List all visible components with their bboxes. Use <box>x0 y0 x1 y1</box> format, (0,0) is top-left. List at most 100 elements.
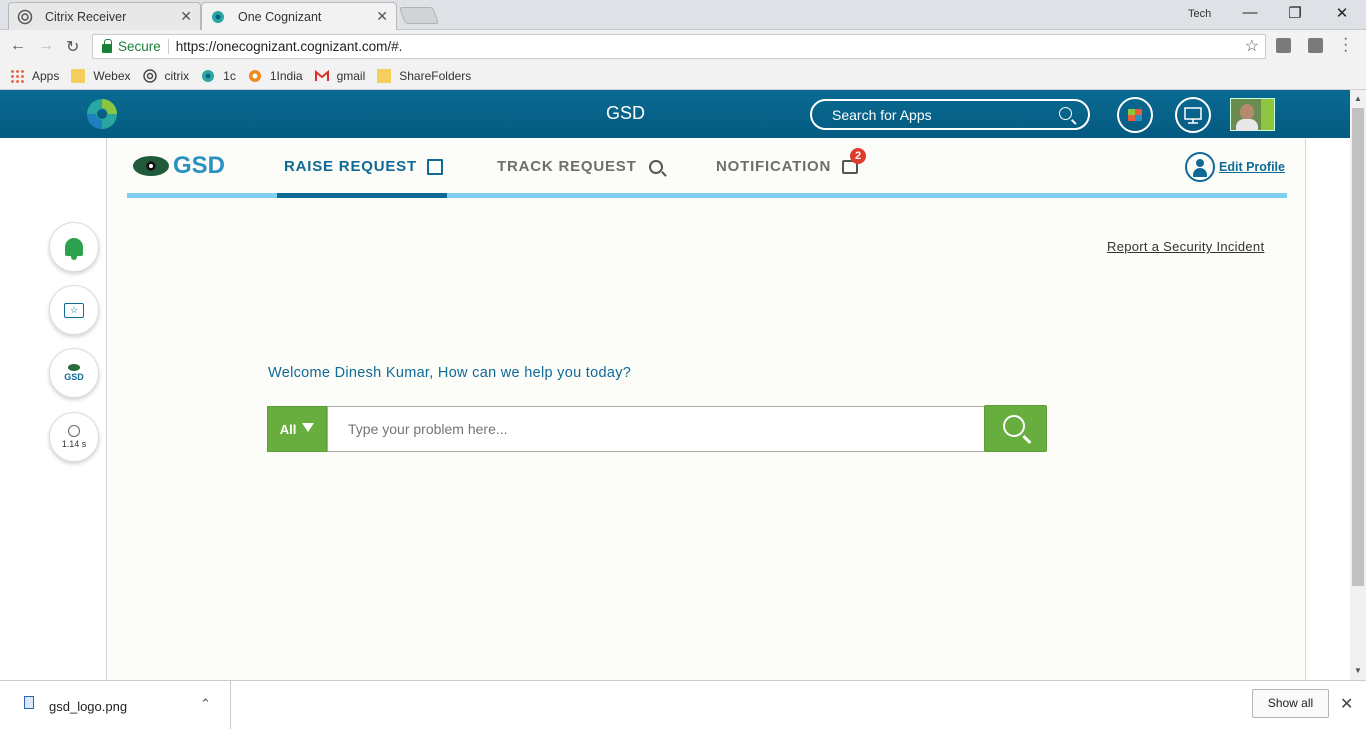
search-icon[interactable] <box>1059 107 1072 120</box>
gsd-rail-label: GSD <box>64 372 84 382</box>
edit-profile-link[interactable]: Edit Profile <box>1185 152 1285 182</box>
left-rail: ☆ GSD 1.14 s <box>0 138 107 680</box>
address-bar[interactable]: Secure https://onecognizant.cognizant.co… <box>92 34 1266 59</box>
browser-menu-icon[interactable]: · · · <box>1343 31 1348 59</box>
edit-profile-label: Edit Profile <box>1219 160 1285 174</box>
tab-label: RAISE REQUEST <box>284 158 417 175</box>
bookmark-apps[interactable]: Apps <box>10 69 59 83</box>
close-tab-icon[interactable]: ✕ <box>180 8 192 25</box>
gsd-main-panel: GSD RAISE REQUEST TRACK REQUEST NOTIFICA… <box>107 138 1305 680</box>
app-search-field[interactable]: Search for Apps <box>810 99 1090 130</box>
show-all-button[interactable]: Show all <box>1252 689 1329 718</box>
chat-star-icon: ☆ <box>64 302 84 318</box>
forward-arrow-icon[interactable]: → <box>38 37 54 55</box>
avatar[interactable] <box>1230 98 1275 131</box>
dropdown-arrow-icon <box>302 423 315 432</box>
chevron-up-icon[interactable]: ⌃ <box>200 696 211 712</box>
notification-bell-button[interactable] <box>49 222 99 272</box>
lock-icon <box>102 39 112 53</box>
tab-label: NOTIFICATION <box>716 158 832 175</box>
page-title: GSD <box>606 103 646 123</box>
close-tab-icon[interactable]: ✕ <box>376 8 388 25</box>
category-dropdown[interactable]: All <box>267 406 327 452</box>
tab-citrix-receiver[interactable]: Citrix Receiver ✕ <box>8 2 201 30</box>
tab-raise-request[interactable]: RAISE REQUEST <box>284 158 443 175</box>
folder-icon <box>71 69 86 83</box>
bookmark-citrix[interactable]: citrix <box>142 69 190 83</box>
bookmarks-bar: Apps Webex citrix 1c 1India gmail ShareF… <box>0 63 1366 90</box>
tab-notification[interactable]: NOTIFICATION <box>716 158 859 175</box>
bookmark-sharefolders[interactable]: ShareFolders <box>377 69 471 83</box>
tab-title: One Cognizant <box>238 10 322 24</box>
gsd-rail-button[interactable]: GSD <box>49 348 99 398</box>
scroll-up-icon[interactable]: ▲ <box>1354 94 1362 103</box>
onecognizant-icon <box>201 69 215 83</box>
user-profile-icon <box>1185 152 1215 182</box>
report-security-incident-link[interactable]: Report a Security Incident <box>1107 239 1264 254</box>
window-user-label: Tech <box>1188 8 1212 20</box>
load-time-label: 1.14 s <box>61 439 87 449</box>
browser-toolbar: ← → ↻ Secure https://onecognizant.cogniz… <box>0 30 1366 63</box>
notification-count-badge: 2 <box>850 148 866 164</box>
extension-icon[interactable] <box>1308 38 1323 53</box>
reload-icon[interactable]: ↻ <box>66 37 79 57</box>
download-file-name: gsd_logo.png <box>49 699 128 714</box>
gsd-brand-text: GSD <box>173 152 226 179</box>
bookmark-1c[interactable]: 1c <box>201 69 236 83</box>
tab-one-cognizant[interactable]: One Cognizant ✕ <box>201 2 397 31</box>
close-window-icon[interactable]: ✕ <box>1332 4 1352 22</box>
apps-cube-icon[interactable] <box>1117 97 1153 133</box>
url-text[interactable]: https://onecognizant.cognizant.com/#. <box>176 39 403 54</box>
extension-icon[interactable] <box>1276 38 1291 53</box>
bookmark-label: ShareFolders <box>399 69 472 83</box>
tab-track-request[interactable]: TRACK REQUEST <box>497 158 663 175</box>
folder-icon <box>377 69 392 83</box>
scrollbar-thumb[interactable] <box>1352 108 1364 586</box>
apps-grid-icon <box>10 69 24 83</box>
eye-icon <box>68 364 80 371</box>
page-scrollbar[interactable]: ▲ ▼ <box>1350 90 1366 680</box>
close-icon[interactable]: ✕ <box>1340 694 1353 714</box>
search-button[interactable] <box>984 405 1047 452</box>
onecognizant-logo[interactable] <box>84 96 120 132</box>
bookmark-label: Apps <box>32 69 60 83</box>
download-item[interactable]: gsd_logo.png ⌃ <box>0 681 231 729</box>
restore-icon[interactable]: ❐ <box>1285 4 1305 22</box>
load-timer-button[interactable]: 1.14 s <box>49 412 99 462</box>
browser-tabstrip: Citrix Receiver ✕ One Cognizant ✕ Tech —… <box>0 0 1366 31</box>
bookmark-label: citrix <box>164 69 190 83</box>
search-icon <box>648 159 663 174</box>
app-search-placeholder: Search for Apps <box>832 107 932 123</box>
eye-icon <box>133 156 169 176</box>
gsd-logo[interactable]: GSD <box>133 152 225 180</box>
scroll-down-icon[interactable]: ▼ <box>1354 666 1362 675</box>
new-tab-button[interactable] <box>398 7 440 24</box>
1india-icon <box>248 69 262 83</box>
bookmark-gmail[interactable]: gmail <box>314 69 366 83</box>
bookmark-label: 1c <box>223 69 236 83</box>
active-tab-indicator <box>277 193 447 198</box>
back-arrow-icon[interactable]: ← <box>10 37 26 55</box>
problem-search-row: All <box>267 405 1047 452</box>
desktop-icon[interactable] <box>1175 97 1211 133</box>
secure-label: Secure <box>118 39 169 54</box>
stopwatch-icon <box>68 425 80 437</box>
bookmark-1india[interactable]: 1India <box>248 69 303 83</box>
category-label: All <box>279 421 297 437</box>
bookmark-star-icon[interactable]: ☆ <box>1245 36 1259 56</box>
citrix-icon <box>142 69 157 83</box>
onecognizant-icon <box>210 9 226 25</box>
bookmark-label: gmail <box>336 69 366 83</box>
app-header: GSD Search for Apps <box>0 90 1350 138</box>
gmail-icon <box>314 69 329 83</box>
welcome-message: Welcome Dinesh Kumar, How can we help yo… <box>268 365 632 381</box>
downloads-bar: gsd_logo.png ⌃ Show all ✕ <box>0 680 1366 729</box>
problem-search-input[interactable] <box>327 406 985 452</box>
tab-title: Citrix Receiver <box>45 9 127 24</box>
bookmark-webex[interactable]: Webex <box>71 69 131 83</box>
minimize-icon[interactable]: — <box>1240 4 1260 21</box>
image-file-icon <box>24 696 34 709</box>
bookmark-label: 1India <box>269 69 303 83</box>
bookmark-label: Webex <box>93 69 131 83</box>
feedback-button[interactable]: ☆ <box>49 285 99 335</box>
